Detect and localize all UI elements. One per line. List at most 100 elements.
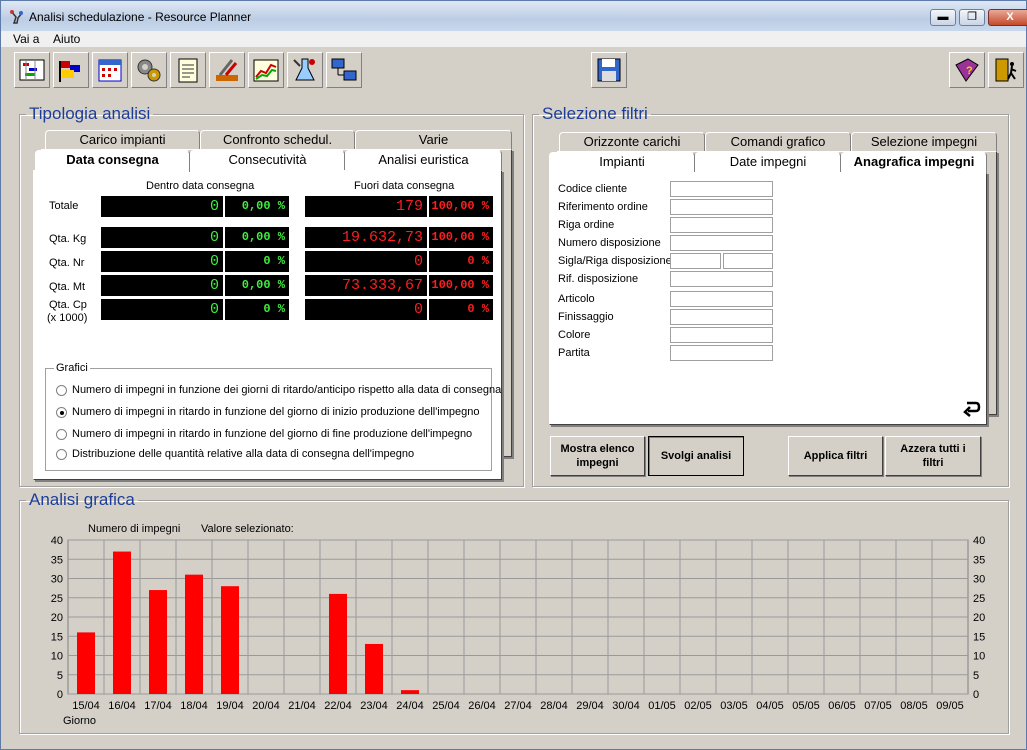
- mt-outside-value: 73.333,67: [305, 275, 427, 296]
- x-tick-label: 21/04: [288, 700, 316, 712]
- nr-outside-value: 0: [305, 251, 427, 272]
- y-tick-label-left: 40: [51, 535, 63, 547]
- x-tick-label: 28/04: [540, 700, 568, 712]
- nr-outside-pct: 0 %: [429, 251, 493, 272]
- riga-disposizione-input[interactable]: [723, 253, 773, 269]
- y-tick-label-right: 20: [973, 612, 985, 624]
- bar-chart[interactable]: 0 0 5 5 10 10 15 15 20 20 25 25 30 30 35 35 40 40 15/04 16/…: [18, 511, 998, 716]
- tab-analisi-euristica[interactable]: Analisi euristica: [345, 150, 502, 170]
- exit-button[interactable]: [988, 52, 1024, 88]
- mt-inside-value: 0: [101, 275, 223, 296]
- codice-cliente-input[interactable]: [670, 181, 773, 197]
- undo-arrow-icon[interactable]: [962, 399, 982, 419]
- partita-input[interactable]: [670, 345, 773, 361]
- help-button[interactable]: ?: [949, 52, 985, 88]
- line-chart-button[interactable]: [248, 52, 284, 88]
- y-tick-label-left: 5: [57, 670, 63, 682]
- menu-aiuto[interactable]: Aiuto: [53, 32, 80, 46]
- grafici-group: Grafici Numero di impegni in funzione de…: [45, 362, 501, 471]
- y-tick-label-right: 35: [973, 554, 985, 566]
- app-icon: [10, 10, 23, 24]
- lab-button[interactable]: [287, 52, 323, 88]
- tab-anagrafica-impegni[interactable]: Anagrafica impegni: [841, 152, 987, 174]
- network-button[interactable]: [326, 52, 362, 88]
- bar[interactable]: [401, 690, 419, 694]
- bar[interactable]: [77, 632, 95, 694]
- x-tick-label: 22/04: [324, 700, 352, 712]
- gears-button[interactable]: [131, 52, 167, 88]
- tab-carico-impianti[interactable]: Carico impianti: [45, 130, 200, 150]
- mostra-elenco-impegni-button[interactable]: Mostra elenco impegni: [550, 436, 645, 476]
- grafico-option-4-radio[interactable]: [56, 449, 67, 460]
- riferimento-ordine-label: Riferimento ordine: [558, 201, 648, 213]
- tools-button[interactable]: [209, 52, 245, 88]
- x-tick-label: 05/05: [792, 700, 820, 712]
- y-tick-label-right: 25: [973, 593, 985, 605]
- menu-bar: Vai a Aiuto: [1, 31, 1026, 47]
- tab-varie[interactable]: Varie: [355, 130, 512, 150]
- tab-consecutivita[interactable]: Consecutività: [190, 150, 345, 170]
- tools-icon: [216, 59, 238, 81]
- x-tick-label: 16/04: [108, 700, 136, 712]
- rif-disposizione-input[interactable]: [670, 271, 773, 287]
- x-tick-label: 19/04: [216, 700, 244, 712]
- maximize-button[interactable]: ❐: [959, 9, 985, 26]
- y-tick-label-right: 30: [973, 574, 985, 586]
- network-icon: [331, 58, 357, 81]
- y-tick-label-left: 0: [57, 689, 63, 701]
- tab-confronto-schedul[interactable]: Confronto schedul.: [200, 130, 355, 150]
- bar[interactable]: [185, 574, 203, 694]
- bar[interactable]: [221, 586, 239, 694]
- minimize-button[interactable]: ▬: [930, 9, 956, 26]
- row-label-qta-kg: Qta. Kg: [49, 233, 87, 245]
- finissaggio-input[interactable]: [670, 309, 773, 325]
- grafico-option-1-radio[interactable]: [56, 385, 67, 396]
- tab-data-consegna[interactable]: Data consegna: [35, 150, 190, 172]
- schedule-grid-button[interactable]: [14, 52, 50, 88]
- totale-outside-value: 179: [305, 196, 427, 217]
- tab-impianti[interactable]: Impianti: [549, 152, 695, 172]
- gears-icon: [137, 59, 161, 82]
- colore-input[interactable]: [670, 327, 773, 343]
- tab-selezione-impegni[interactable]: Selezione impegni: [851, 132, 997, 152]
- y-tick-label-right: 5: [973, 670, 979, 682]
- calendar-button[interactable]: [92, 52, 128, 88]
- save-button[interactable]: [591, 52, 627, 88]
- totale-inside-pct: 0,00 %: [225, 196, 289, 217]
- flags-button[interactable]: [53, 52, 89, 88]
- tab-orizzonte-carichi[interactable]: Orizzonte carichi: [559, 132, 705, 152]
- partita-label: Partita: [558, 347, 590, 359]
- tab-date-impegni[interactable]: Date impegni: [695, 152, 841, 172]
- toolbar: ?: [1, 47, 1026, 95]
- menu-vai-a[interactable]: Vai a: [13, 32, 39, 46]
- sigla-riga-disposizione-label: Sigla/Riga disposizione: [558, 255, 672, 267]
- sigla-disposizione-input[interactable]: [670, 253, 721, 269]
- notepad-button[interactable]: [170, 52, 206, 88]
- row-label-qta-mt: Qta. Mt: [49, 281, 86, 293]
- riga-ordine-input[interactable]: [670, 217, 773, 233]
- close-button[interactable]: X: [988, 9, 1027, 26]
- x-tick-label: 18/04: [180, 700, 208, 712]
- numero-disposizione-input[interactable]: [670, 235, 773, 251]
- articolo-input[interactable]: [670, 291, 773, 307]
- tab-comandi-grafico[interactable]: Comandi grafico: [705, 132, 851, 152]
- row-label-qta-cp-unit: (x 1000): [47, 312, 88, 324]
- grafici-title: Grafici: [54, 362, 90, 374]
- bar[interactable]: [329, 593, 347, 694]
- x-tick-label: 26/04: [468, 700, 496, 712]
- main-window: Analisi schedulazione - Resource Planner…: [0, 0, 1027, 750]
- bar[interactable]: [365, 643, 383, 694]
- analisi-grafica-legend: Analisi grafica: [29, 490, 135, 509]
- grafico-option-2-radio[interactable]: [56, 407, 67, 418]
- y-tick-label-right: 0: [973, 689, 979, 701]
- y-tick-label-left: 15: [51, 631, 63, 643]
- bar[interactable]: [149, 590, 167, 694]
- x-tick-label: 30/04: [612, 700, 640, 712]
- riferimento-ordine-input[interactable]: [670, 199, 773, 215]
- azzera-filtri-button[interactable]: Azzera tutti i filtri: [885, 436, 981, 476]
- applica-filtri-button[interactable]: Applica filtri: [788, 436, 883, 476]
- grafico-option-3-radio[interactable]: [56, 429, 67, 440]
- svolgi-analisi-button[interactable]: Svolgi analisi: [648, 436, 744, 476]
- bar[interactable]: [113, 551, 131, 694]
- kg-inside-value: 0: [101, 227, 223, 248]
